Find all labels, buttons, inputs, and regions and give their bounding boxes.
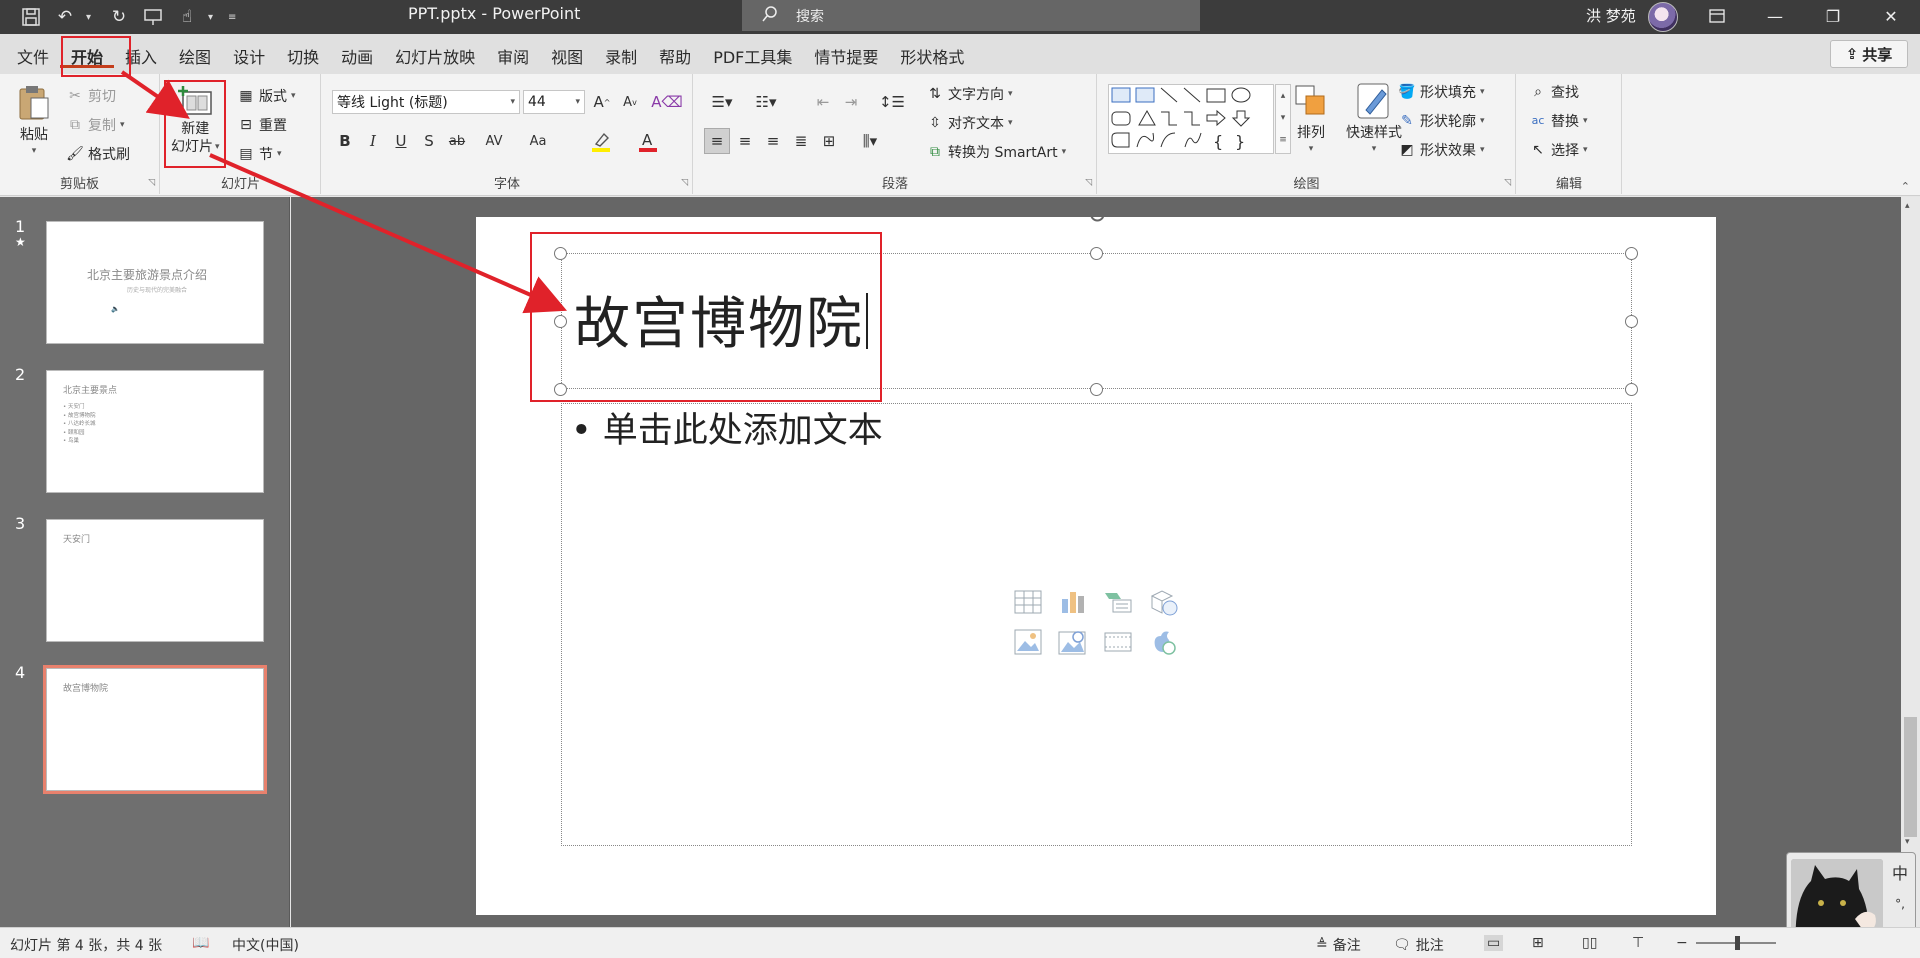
slide-show-icon[interactable]: ⊤ [1632, 935, 1644, 951]
comments-button[interactable]: 🗨 批注 [1393, 935, 1444, 955]
language-status[interactable]: 中文(中国) [232, 935, 299, 955]
annotation-arrow-2 [209, 153, 567, 314]
normal-view-icon[interactable]: ▭ [1484, 935, 1504, 951]
ime-punctuation-button[interactable]: °, [1887, 891, 1913, 917]
status-bar: 幻灯片 第 4 张，共 4 张 📖 中文(中国) ≜ 备注 🗨 批注 ▭ ⊞ ▯… [0, 927, 1920, 958]
comment-icon: 🗨 [1393, 937, 1411, 953]
slide-sorter-icon[interactable]: ⊞ [1532, 935, 1544, 951]
notes-label: 备注 [1332, 938, 1361, 954]
ime-mode-button[interactable]: 中 [1887, 859, 1913, 885]
reading-view-icon[interactable]: ▯▯ [1582, 935, 1597, 951]
comments-label: 批注 [1415, 938, 1444, 954]
notes-button[interactable]: ≜ 备注 [1316, 935, 1361, 955]
notes-icon: ≜ [1316, 937, 1328, 953]
annotation-arrow-1 [120, 70, 190, 119]
accessibility-icon[interactable]: 📖 [192, 935, 209, 951]
zoom-slider-thumb[interactable] [1735, 936, 1740, 950]
zoom-out-icon[interactable]: − [1676, 935, 1688, 951]
annotation-arrows [120, 70, 567, 314]
slide-count-status: 幻灯片 第 4 张，共 4 张 [10, 938, 163, 954]
